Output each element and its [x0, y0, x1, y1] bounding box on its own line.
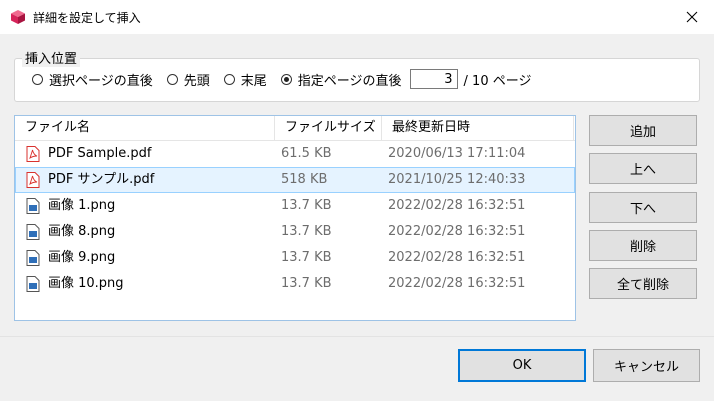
list-row[interactable]: 画像 1.png 13.7 KB 2022/02/28 16:32:51: [15, 193, 575, 219]
radio-button[interactable]: [280, 73, 292, 85]
group-legend: 挿入位置: [22, 48, 81, 67]
file-date: 2022/02/28 16:32:51: [388, 276, 526, 291]
delete-all-button[interactable]: 全て削除: [589, 268, 697, 299]
close-button[interactable]: [670, 0, 714, 34]
page-total-label: / 10 ページ: [463, 73, 532, 89]
image-file-icon: [26, 276, 40, 292]
ok-button[interactable]: OK: [458, 349, 586, 382]
dialog-content: 選択ページの直後 先頭 末尾 指定ページの直後 / 10 ページ 挿入位置 ファ…: [0, 34, 714, 336]
file-date: 2022/02/28 16:32:51: [388, 198, 526, 213]
image-file-icon: [26, 224, 40, 240]
file-date: 2021/10/25 12:40:33: [388, 172, 526, 187]
radio-after-selected[interactable]: 選択ページの直後: [32, 70, 153, 89]
radio-label: 末尾: [240, 73, 267, 89]
list-row[interactable]: 画像 9.png 13.7 KB 2022/02/28 16:32:51: [15, 245, 575, 271]
file-name: 画像 10.png: [48, 276, 124, 291]
radio-button[interactable]: [223, 73, 235, 85]
file-name: 画像 8.png: [48, 224, 116, 239]
page-number-input[interactable]: [409, 69, 458, 89]
file-size: 13.7 KB: [281, 250, 332, 265]
file-size: 518 KB: [281, 172, 328, 187]
cube-app-icon: [11, 10, 25, 24]
radio-button[interactable]: [32, 73, 43, 85]
cancel-button[interactable]: キャンセル: [593, 349, 700, 382]
file-size: 13.7 KB: [281, 224, 332, 239]
radio-first[interactable]: 先頭: [166, 70, 210, 89]
list-header: ファイル名 ファイルサイズ 最終更新日時: [15, 116, 575, 141]
window-title: 詳細を設定して挿入: [33, 11, 141, 25]
file-list[interactable]: ファイル名 ファイルサイズ 最終更新日時 PDF Sample.pdf 61.5…: [14, 115, 576, 321]
radio-label: 選択ページの直後: [49, 73, 153, 89]
delete-button[interactable]: 削除: [589, 230, 697, 261]
insert-position-options: 選択ページの直後 先頭 末尾 指定ページの直後 / 10 ページ: [32, 69, 531, 89]
list-row-selected[interactable]: PDF サンプル.pdf 518 KB 2021/10/25 12:40:33: [15, 167, 575, 193]
column-header-modified[interactable]: 最終更新日時: [382, 116, 574, 140]
list-row[interactable]: 画像 8.png 13.7 KB 2022/02/28 16:32:51: [15, 219, 575, 245]
file-date: 2020/06/13 17:11:04: [388, 146, 526, 161]
file-name: PDF サンプル.pdf: [48, 172, 155, 187]
radio-last[interactable]: 末尾: [223, 70, 267, 89]
pdf-file-icon: [26, 172, 40, 188]
column-header-filename[interactable]: ファイル名: [15, 116, 275, 140]
radio-after-specified[interactable]: 指定ページの直後: [280, 70, 402, 89]
pdf-file-icon: [26, 146, 40, 162]
file-size: 13.7 KB: [281, 276, 332, 291]
image-file-icon: [26, 250, 40, 266]
title-bar: 詳細を設定して挿入: [0, 0, 714, 34]
radio-button[interactable]: [166, 73, 178, 85]
move-down-button[interactable]: 下へ: [589, 192, 697, 223]
file-date: 2022/02/28 16:32:51: [388, 250, 526, 265]
move-up-button[interactable]: 上へ: [589, 153, 697, 184]
list-row[interactable]: 画像 10.png 13.7 KB 2022/02/28 16:32:51: [15, 271, 575, 297]
file-name: 画像 9.png: [48, 250, 116, 265]
radio-label: 先頭: [183, 73, 210, 89]
file-name: 画像 1.png: [48, 198, 116, 213]
file-date: 2022/02/28 16:32:51: [388, 224, 526, 239]
list-row[interactable]: PDF Sample.pdf 61.5 KB 2020/06/13 17:11:…: [15, 141, 575, 167]
close-icon: [686, 11, 698, 23]
image-file-icon: [26, 198, 40, 214]
radio-label: 指定ページの直後: [297, 73, 402, 89]
file-size: 13.7 KB: [281, 198, 332, 213]
column-header-filesize[interactable]: ファイルサイズ: [275, 116, 382, 140]
file-size: 61.5 KB: [281, 146, 332, 161]
add-button[interactable]: 追加: [589, 115, 697, 146]
file-name: PDF Sample.pdf: [48, 146, 152, 161]
insert-position-group: 選択ページの直後 先頭 末尾 指定ページの直後 / 10 ページ: [14, 58, 700, 102]
